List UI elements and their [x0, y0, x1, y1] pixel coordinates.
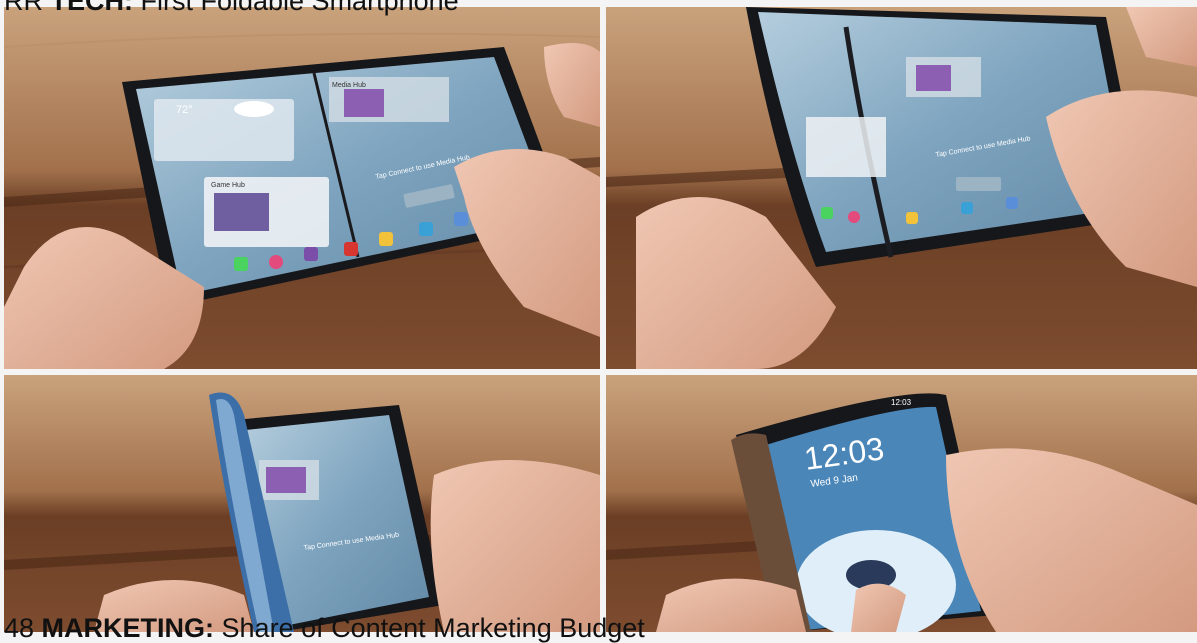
top-caption-prefix: RR: [4, 0, 51, 16]
photo-collage: 72° Game Hub Media Hub Tap Connect to us…: [0, 0, 1197, 643]
top-caption: RR TECH: First Foldable Smartphone: [4, 0, 459, 16]
top-caption-keyword: TECH:: [50, 0, 134, 16]
bottom-caption-keyword: MARKETING:: [41, 613, 215, 643]
status-bar-time: 12:03: [891, 398, 912, 407]
top-caption-text: First Foldable Smartphone: [133, 0, 459, 16]
photo-folded-lockscreen: 12:03 Wed 9 Jan 12:03: [606, 375, 1197, 632]
weather-temp: 72°: [176, 104, 193, 116]
photo-unfolded-phone: 72° Game Hub Media Hub Tap Connect to us…: [4, 7, 600, 369]
bottom-caption: 48 MARKETING: Share of Content Marketing…: [4, 613, 645, 643]
bottom-caption-prefix: 48: [4, 613, 42, 643]
bottom-caption-text: Share of Content Marketing Budget: [214, 613, 645, 643]
media-hub-label: Media Hub: [332, 82, 366, 89]
game-hub-label: Game Hub: [211, 182, 245, 189]
photo-folding-phone: Tap Connect to use Media Hub: [606, 7, 1197, 369]
photo-fold-side-view: Tap Connect to use Media Hub: [4, 375, 600, 632]
